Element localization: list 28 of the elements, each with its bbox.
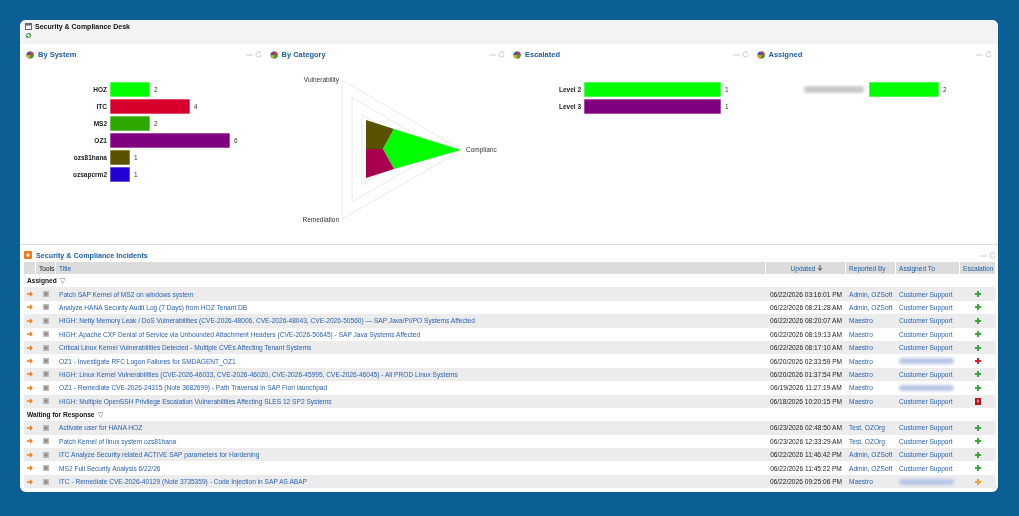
arrow-icon bbox=[27, 358, 33, 365]
arrow-icon bbox=[27, 425, 33, 431]
arrow-icon bbox=[27, 438, 33, 445]
refresh-icon[interactable] bbox=[989, 251, 996, 259]
globe-icon bbox=[513, 50, 521, 59]
arrow-icon bbox=[27, 291, 33, 298]
globe-icon bbox=[269, 50, 278, 59]
refresh-icon[interactable] bbox=[985, 51, 992, 58]
arrow-icon bbox=[27, 344, 33, 351]
arrow-icon bbox=[27, 317, 33, 324]
arrow-icon bbox=[27, 371, 33, 378]
arrow-icon bbox=[27, 331, 33, 338]
refresh-icon[interactable] bbox=[498, 51, 505, 58]
globe-icon bbox=[26, 50, 34, 59]
arrow-icon bbox=[27, 384, 33, 391]
tools-icon[interactable] bbox=[43, 425, 49, 431]
arrow-icon bbox=[27, 304, 33, 311]
globe-icon bbox=[756, 50, 765, 59]
arrow-icon bbox=[27, 478, 33, 485]
refresh-icon[interactable] bbox=[25, 32, 32, 39]
refresh-icon[interactable] bbox=[254, 51, 262, 58]
arrow-icon bbox=[27, 398, 33, 405]
window-icon bbox=[25, 23, 32, 30]
refresh-icon[interactable] bbox=[741, 51, 749, 58]
sort-arrow-icon bbox=[817, 265, 824, 271]
arrow-icon bbox=[27, 451, 33, 458]
arrow-icon bbox=[27, 465, 33, 472]
incident-icon bbox=[24, 251, 32, 259]
